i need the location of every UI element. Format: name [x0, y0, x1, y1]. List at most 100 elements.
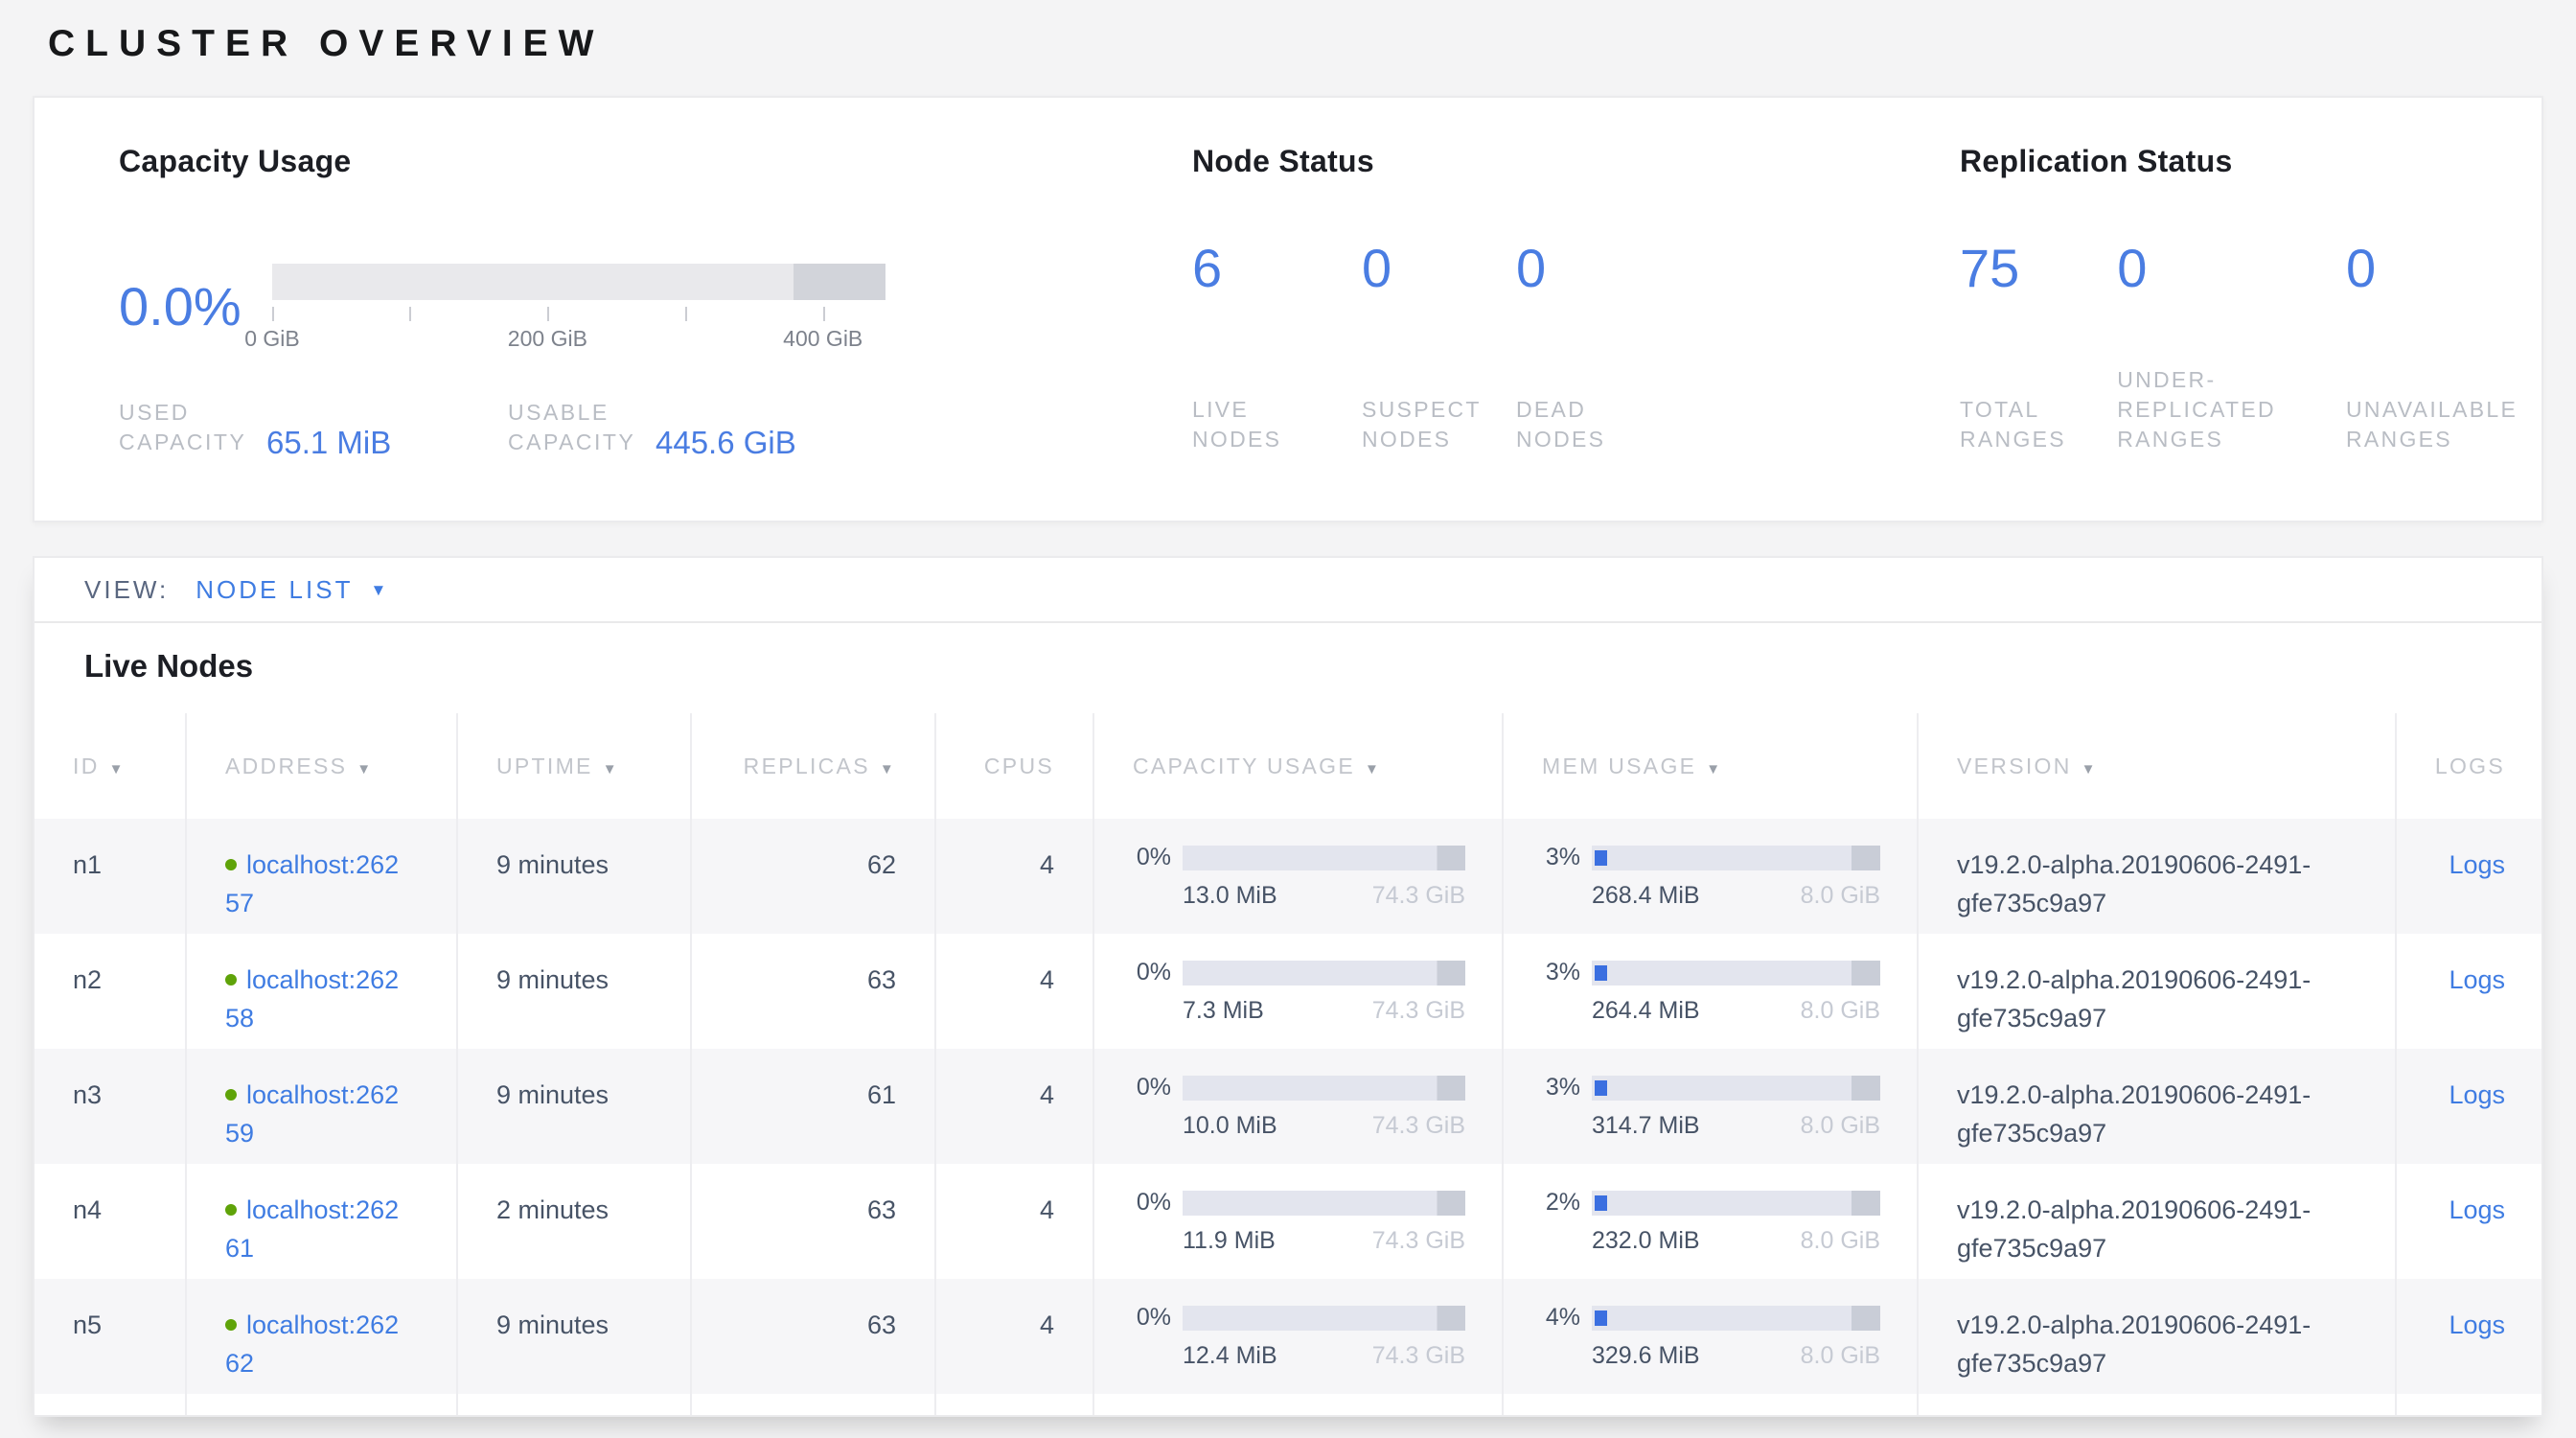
node-replicas-cell: 63 [691, 1279, 935, 1394]
sort-arrow-icon: ▼ [356, 761, 373, 777]
view-bar: VIEW: NODE LIST ▼ [34, 558, 2542, 623]
mem-percent-label: 2% [1534, 1189, 1580, 1217]
view-dropdown[interactable]: NODE LIST ▼ [196, 575, 386, 605]
node-version-cell: v19.2.0-alpha.20190606-2491-gfe735c9a97 [1918, 1049, 2396, 1164]
capacity-used-value: 11.9 MiB [1183, 1226, 1276, 1255]
node-capacity-usage-cell: 0% 12.4 MiB 74.3 GiB [1093, 1279, 1503, 1394]
replication-status-stats: 75 TOTAL RANGES 0 UNDER-REPLICATED RANGE… [1960, 179, 2542, 454]
capacity-max-value: 74.3 GiB [1372, 881, 1465, 910]
capacity-percent-label: 0% [1125, 1074, 1171, 1102]
page-title: CLUSTER OVERVIEW [48, 23, 605, 65]
live-status-dot-icon [225, 974, 237, 986]
mem-usage-fill [1595, 965, 1607, 981]
live-nodes-value: 6 [1192, 241, 1362, 297]
node-version-cell: v19.2.0-alpha.20190606-2491-gfe735c9a97 [1918, 1164, 2396, 1279]
live-status-dot-icon [225, 1089, 237, 1101]
mem-used-value: 232.0 MiB [1592, 1226, 1700, 1255]
column-header-capacity-usage[interactable]: CAPACITY USAGE▼ [1093, 713, 1503, 819]
capacity-usage-bar [1183, 1191, 1465, 1216]
logs-link[interactable]: Logs [2449, 1080, 2505, 1109]
capacity-usage-heading: Capacity Usage [119, 144, 1192, 179]
total-ranges-value: 75 [1960, 241, 2117, 297]
node-replicas-cell: 61 [691, 1049, 935, 1164]
column-header-mem-usage[interactable]: MEM USAGE▼ [1503, 713, 1918, 819]
node-id-cell: n3 [34, 1049, 186, 1164]
mem-used-value: 264.4 MiB [1592, 996, 1700, 1025]
node-logs-cell: Logs [2396, 1164, 2542, 1279]
logs-link[interactable]: Logs [2449, 1310, 2505, 1339]
node-mem-usage-cell: 3% 264.4 MiB 8.0 GiB [1503, 934, 1918, 1049]
capacity-usage-bar [1183, 846, 1465, 870]
under-replicated-ranges-label: UNDER-REPLICATED RANGES [2117, 365, 2313, 454]
sort-arrow-icon: ▼ [2082, 761, 2098, 777]
mem-usage-bar [1592, 1306, 1880, 1331]
node-logs-cell: Logs [2396, 934, 2542, 1049]
node-id-cell: n5 [34, 1279, 186, 1394]
mem-usage-fill [1595, 1080, 1607, 1096]
logs-link[interactable]: Logs [2449, 965, 2505, 994]
view-dropdown-value: NODE LIST [196, 575, 353, 605]
table-row: n3 localhost:26259 9 minutes 61 4 0% 10.… [34, 1049, 2542, 1164]
mem-usage-bar [1592, 961, 1880, 986]
mem-used-value: 329.6 MiB [1592, 1341, 1700, 1370]
table-row: n5 localhost:26262 9 minutes 63 4 0% 12.… [34, 1279, 2542, 1394]
column-header-version[interactable]: VERSION▼ [1918, 713, 2396, 819]
capacity-usage-bar [1183, 961, 1465, 986]
sort-arrow-icon: ▼ [603, 761, 619, 777]
node-id-cell: n4 [34, 1164, 186, 1279]
node-address-link[interactable]: localhost:26259 [225, 1080, 399, 1148]
node-address-cell: localhost:26261 [186, 1164, 457, 1279]
axis-tick-label: 0 GiB [244, 326, 300, 352]
logs-link[interactable]: Logs [2449, 850, 2505, 879]
dead-nodes-label: DEAD NODES [1516, 395, 1643, 454]
replication-status-section: Replication Status 75 TOTAL RANGES 0 UND… [1960, 144, 2542, 521]
node-address-link[interactable]: localhost:26257 [225, 850, 399, 917]
node-mem-usage-cell: 2% 232.0 MiB 8.0 GiB [1503, 1164, 1918, 1279]
node-uptime-cell: 2 minutes [457, 1164, 691, 1279]
capacity-used-value: 12.4 MiB [1183, 1341, 1277, 1370]
mem-usage-fill [1595, 1195, 1607, 1211]
column-header-id[interactable]: ID▼ [34, 713, 186, 819]
suspect-nodes-stat: 0 SUSPECT NODES [1362, 179, 1516, 454]
dead-nodes-stat: 0 DEAD NODES [1516, 179, 1679, 454]
node-address-link[interactable]: localhost:26262 [225, 1310, 399, 1378]
node-uptime-cell: 9 minutes [457, 819, 691, 934]
axis-tick [409, 307, 411, 321]
node-address-cell: localhost:26258 [186, 934, 457, 1049]
capacity-usage-bar [1183, 1306, 1465, 1331]
node-id-cell: n1 [34, 819, 186, 934]
table-row: n2 localhost:26258 9 minutes 63 4 0% 7.3… [34, 934, 2542, 1049]
node-id-cell: n2 [34, 934, 186, 1049]
node-uptime-cell: 9 minutes [457, 934, 691, 1049]
node-replicas-cell: 63 [691, 934, 935, 1049]
capacity-stats: USED CAPACITY 65.1 MiB USABLE CAPACITY 4… [119, 398, 1192, 457]
node-version-cell: v19.2.0-alpha.20190606-2491-gfe735c9a97 [1918, 1279, 2396, 1394]
logs-link[interactable]: Logs [2449, 1195, 2505, 1224]
column-header-replicas[interactable]: REPLICAS▼ [691, 713, 935, 819]
sort-arrow-icon: ▼ [880, 761, 896, 777]
node-replicas-cell: 62 [691, 819, 935, 934]
axis-tick-label: 200 GiB [508, 326, 587, 352]
node-cpus-cell: 4 [935, 1164, 1093, 1279]
column-header-uptime[interactable]: UPTIME▼ [457, 713, 691, 819]
total-ranges-stat: 75 TOTAL RANGES [1960, 179, 2117, 454]
used-capacity-stat: USED CAPACITY 65.1 MiB [119, 398, 508, 457]
partial-row-body [34, 1394, 2542, 1417]
under-replicated-ranges-stat: 0 UNDER-REPLICATED RANGES [2117, 179, 2346, 454]
node-mem-usage-cell: 3% 268.4 MiB 8.0 GiB [1503, 819, 1918, 934]
node-address-link[interactable]: localhost:26258 [225, 965, 399, 1032]
replication-status-heading: Replication Status [1960, 144, 2542, 179]
mem-percent-label: 4% [1534, 1304, 1580, 1332]
mem-max-value: 8.0 GiB [1801, 1226, 1880, 1255]
node-logs-cell: Logs [2396, 1279, 2542, 1394]
node-address-link[interactable]: localhost:26261 [225, 1195, 399, 1263]
column-header-address[interactable]: ADDRESS▼ [186, 713, 457, 819]
node-status-stats: 6 LIVE NODES 0 SUSPECT NODES 0 DEAD NODE… [1192, 179, 1960, 454]
summary-card: Capacity Usage 0.0% 0 GiB200 GiB400 GiB … [33, 96, 2543, 522]
capacity-usage-chart: 0.0% 0 GiB200 GiB400 GiB [119, 264, 1192, 348]
capacity-used-value: 7.3 MiB [1183, 996, 1264, 1025]
used-capacity-value: 65.1 MiB [266, 428, 391, 457]
mem-usage-bar [1592, 846, 1880, 870]
node-address-cell: localhost:26257 [186, 819, 457, 934]
axis-tick [547, 307, 549, 321]
